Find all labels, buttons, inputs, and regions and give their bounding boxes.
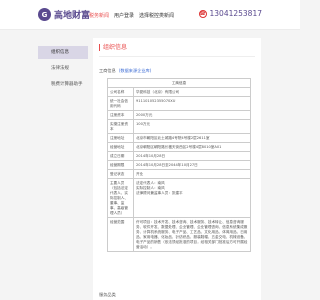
sidebar-item-org-info[interactable]: 组织信息 — [38, 46, 88, 59]
row-key: 注册地址 — [107, 133, 134, 143]
row-value: 北京朝阳区朝阳路长楹天街西区2号楼4层8010室A01 — [133, 142, 251, 152]
row-key: 主要人员（包括法定代表人、实际控制人、董事、监事、高级管理人员） — [107, 178, 134, 218]
row-key: 实缴注册资本 — [107, 119, 134, 134]
row-key: 成立日期 — [107, 151, 134, 161]
row-value: 法定代表人：南风 实际控制人：南风 法律顾问兼监事人员：张建平 — [133, 178, 251, 218]
row-key: 经营地址 — [107, 142, 134, 152]
nav-item-tax-news[interactable]: 税务新闻 — [89, 12, 109, 19]
sidebar-item-laws[interactable]: 法律法规 — [38, 62, 88, 75]
table-row: 主要人员（包括法定代表人、实际控制人、董事、监事、高级管理人员） 法定代表人：南风… — [107, 178, 251, 218]
row-key: 公司名称 — [107, 87, 134, 97]
phone-number: 13041253817 — [209, 9, 263, 18]
row-key: 经营范围 — [107, 217, 134, 252]
top-bar: G 高地财富 税务新闻 用户登录 选择税控类新闻 ☎ 13041253817 — [0, 0, 300, 30]
logo-text: 高地财富 — [54, 11, 91, 21]
nav-item-tax-control-news[interactable]: 选择税控类新闻 — [139, 12, 174, 19]
row-value: 华夏科技（北京）有限公司 — [133, 87, 251, 97]
phone-contact: ☎ 13041253817 — [198, 9, 263, 18]
table-row: 公司名称 华夏科技（北京）有限公司 — [107, 87, 251, 97]
nav-item-login[interactable]: 用户登录 — [114, 12, 134, 19]
service-category-heading: 服务品类 — [99, 292, 116, 297]
table-row: 经营地址 北京朝阳区朝阳路长楹天街西区2号楼4层8010室A01 — [107, 142, 251, 152]
table-row: 登记状态 开业 — [107, 169, 251, 179]
row-value: 100万元 — [133, 119, 251, 134]
row-key: 登记状态 — [107, 169, 134, 179]
table-header: 工商信息 — [107, 78, 251, 88]
table-row: 经营期限 2014年10月28日至2044年10月27日 — [107, 160, 251, 170]
sidebar-item-tax-calculator[interactable]: 税费计算器助手 — [38, 78, 88, 91]
row-value: 北京市朝阳区北土城路4号院4号楼2层2611室 — [133, 133, 251, 143]
row-key: 注册资本 — [107, 110, 134, 120]
logo[interactable]: G 高地财富 — [38, 8, 90, 21]
phone-icon: ☎ — [198, 9, 207, 18]
table-row: 统一社会信用代码 911101052355070XU — [107, 96, 251, 111]
row-value: 2014年10月28日至2044年10月27日 — [133, 160, 251, 170]
table-row: 成立日期 2014年10月28日 — [107, 151, 251, 161]
logo-mark: G — [38, 8, 51, 21]
table-header-row: 工商信息 — [107, 78, 251, 88]
top-nav: 税务新闻 用户登录 选择税控类新闻 — [89, 12, 179, 19]
row-value: 开业 — [133, 169, 251, 179]
row-value: 2014年10月28日 — [133, 151, 251, 161]
section-heading: 工商信息 (数据来源企业库) — [99, 68, 151, 74]
row-key: 经营期限 — [107, 160, 134, 170]
page-title: 组织信息 — [99, 44, 127, 51]
row-key: 统一社会信用代码 — [107, 96, 134, 111]
business-info-table: 工商信息 公司名称 华夏科技（北京）有限公司 统一社会信用代码 9111010523… — [107, 78, 251, 252]
data-source-link[interactable]: (数据来源企业库) — [119, 68, 152, 73]
row-value: 2000万元 — [133, 110, 251, 120]
divider — [99, 56, 255, 57]
row-value: 许可项目：技术开发、技术咨询、技术服务、技术转让、信息咨询服务、软件开发、数据处… — [133, 217, 251, 252]
main-panel: 组织信息 工商信息 (数据来源企业库) 工商信息 公司名称 华夏科技（北京）有限公司… — [93, 38, 261, 300]
table-row: 注册地址 北京市朝阳区北土城路4号院4号楼2层2611室 — [107, 133, 251, 143]
table-row: 注册资本 2000万元 — [107, 110, 251, 120]
sidebar: 组织信息 法律法规 税费计算器助手 — [38, 46, 88, 94]
row-value: 911101052355070XU — [133, 96, 251, 111]
table-row: 实缴注册资本 100万元 — [107, 119, 251, 134]
table-row: 经营范围 许可项目：技术开发、技术咨询、技术服务、技术转让、信息咨询服务、软件开发… — [107, 217, 251, 252]
section-heading-label: 工商信息 — [99, 68, 116, 73]
